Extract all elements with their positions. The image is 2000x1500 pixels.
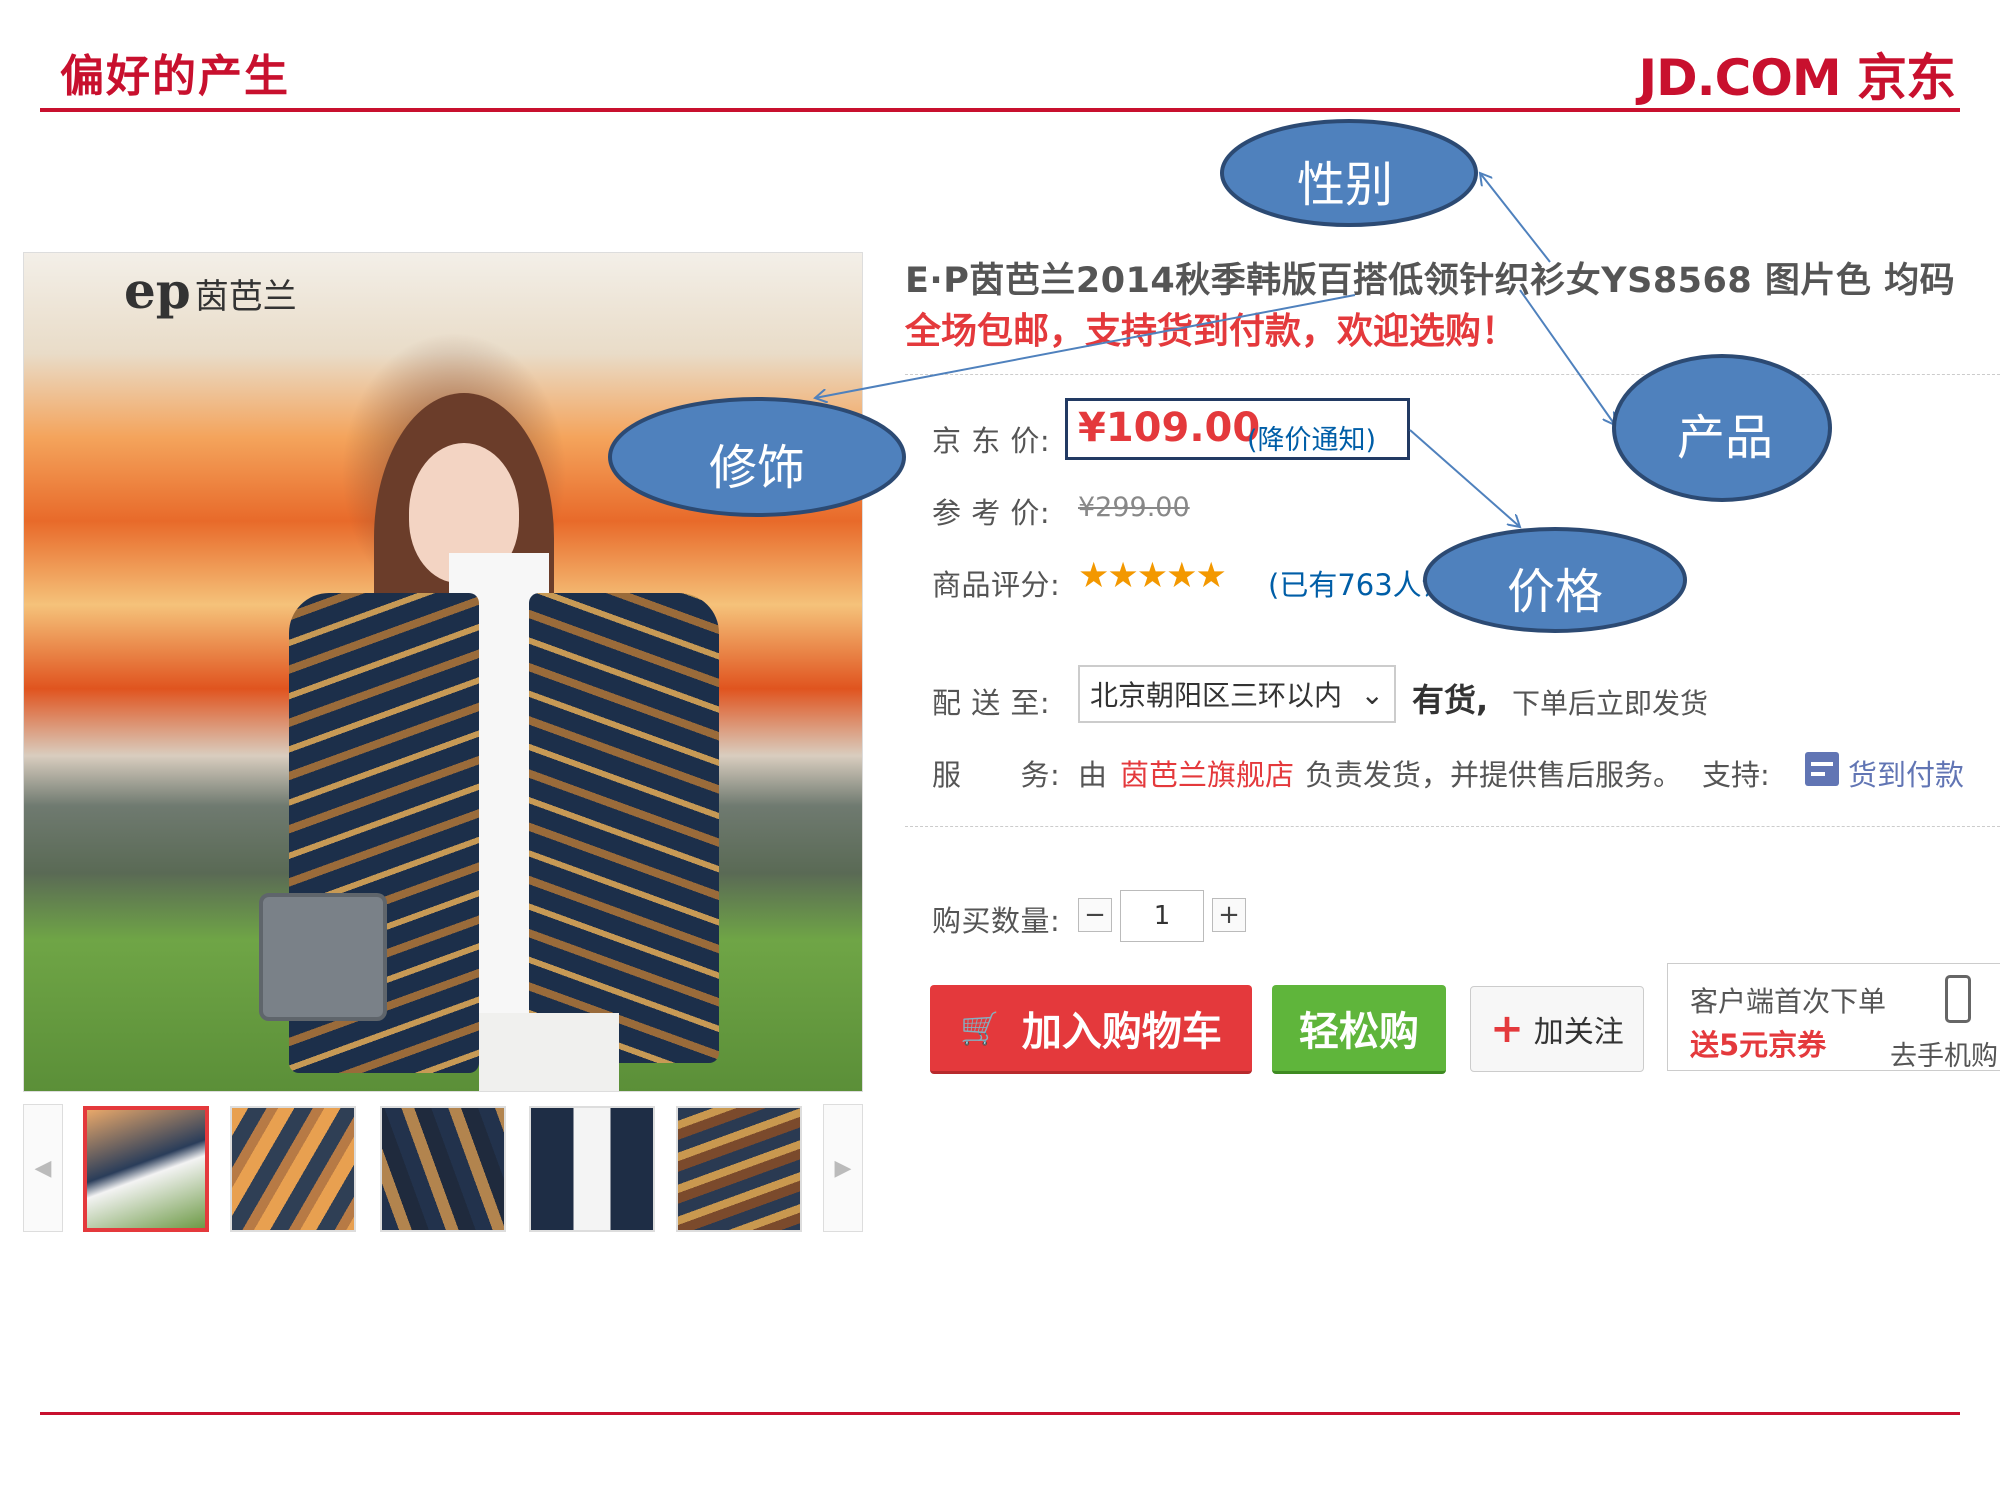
annotation-product-label: 产品 [1676,410,1773,466]
arrow-to-gender [1480,173,1551,263]
annotation-price-label: 价格 [1506,564,1603,620]
annotation-decor-label: 修饰 [708,440,805,496]
arrow-to-decor [815,294,1356,398]
annotation-overlay [608,119,1832,633]
arrow-to-product [1519,289,1615,425]
arrow-to-price [1409,429,1520,527]
annotation-gender-label: 性别 [1296,157,1393,213]
